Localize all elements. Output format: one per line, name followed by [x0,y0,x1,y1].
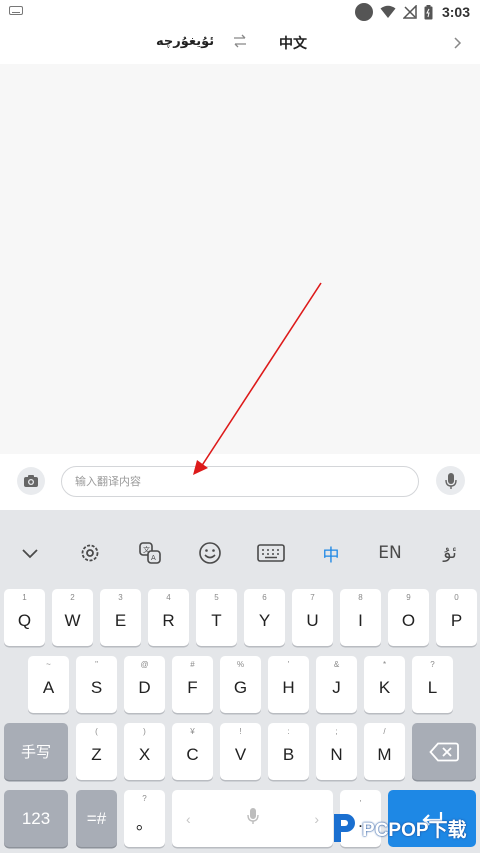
battery-icon [424,4,433,19]
watermark-logo [334,814,355,842]
key-k[interactable]: * K [364,656,405,713]
microphone-icon[interactable] [436,466,465,495]
target-language[interactable]: 中文 [279,33,307,53]
key-c[interactable]: ¥ C [172,723,213,780]
translate-input[interactable] [61,466,419,497]
key-p[interactable]: 0P [436,589,477,646]
key-u[interactable]: 7U [292,589,333,646]
uyghur-mode[interactable]: ئۇ [430,538,470,568]
key-z[interactable]: (Z [76,723,117,780]
keyboard-icon[interactable] [251,538,291,568]
key-b[interactable]: :B [268,723,309,780]
chevron-right-icon[interactable] [451,35,463,54]
key-g[interactable]: % G [220,656,261,713]
swap-arrows-icon[interactable] [232,33,248,53]
key-s[interactable]: " S [76,656,117,713]
key-h[interactable]: ' H [268,656,309,713]
watermark-text: PCPOP下载 [362,819,467,841]
input-row [0,454,480,510]
numbers-key[interactable]: 123 [4,790,68,847]
key-l[interactable]: ? L [412,656,453,713]
key-a[interactable]: ~ A [28,656,69,713]
key-x[interactable]: ) X [124,723,165,780]
key-r[interactable]: 4R [148,589,189,646]
key-f[interactable]: # F [172,656,213,713]
status-bar: 3:03 [0,0,480,24]
svg-text:文: 文 [143,545,150,554]
gear-icon[interactable] [70,538,110,568]
key-e[interactable]: 3E [100,589,141,646]
chinese-mode[interactable]: 中 [311,538,351,568]
english-mode[interactable]: EN [370,538,410,568]
no-signal-icon [402,5,417,19]
key-v[interactable]: ! V [220,723,261,780]
symbols-key[interactable]: =# [76,790,117,847]
source-language[interactable]: ئۇيغۇرچە [156,34,214,49]
keyboard-notification-icon [9,6,23,15]
key-n[interactable]: ; N [316,723,357,780]
keyboard-toolbar: 文A 中 EN ئۇ [0,523,480,581]
key-m[interactable]: / M [364,723,405,780]
key-d[interactable]: @ D [124,656,165,713]
key-i[interactable]: 8I [340,589,381,646]
backspace-icon[interactable] [412,723,476,780]
emoji-icon[interactable] [190,538,230,568]
language-bar: ئۇيغۇرچە 中文 [0,24,480,64]
key-q[interactable]: 1Q [4,589,45,646]
svg-text:A: A [151,554,156,562]
key-o[interactable]: 9O [388,589,429,646]
key-y[interactable]: 6Y [244,589,285,646]
soft-keyboard: 文A 中 EN ئۇ 1Q 2W 3E 4R 5T 6Y 7U 8I 9O 0P… [0,510,480,853]
key-chinese-period[interactable]: ?。 [124,790,165,847]
space-right-chevron: › [314,811,319,827]
camera-icon[interactable] [17,467,45,495]
key-j[interactable]: & J [316,656,357,713]
notification-dot-icon [354,3,373,21]
chevron-down-icon[interactable] [10,538,50,568]
key-t[interactable]: 5T [196,589,237,646]
handwriting-key[interactable]: 手写 [4,723,68,780]
clock: 3:03 [441,4,470,20]
translation-result-area [0,64,480,454]
wifi-icon [380,5,396,18]
space-bar[interactable]: ‹ › [172,790,333,847]
key-w[interactable]: 2W [52,589,93,646]
microphone-icon [246,807,259,830]
watermark: PCPOP下载 [330,808,467,848]
translate-icon[interactable]: 文A [130,538,170,568]
space-left-chevron: ‹ [186,811,191,827]
